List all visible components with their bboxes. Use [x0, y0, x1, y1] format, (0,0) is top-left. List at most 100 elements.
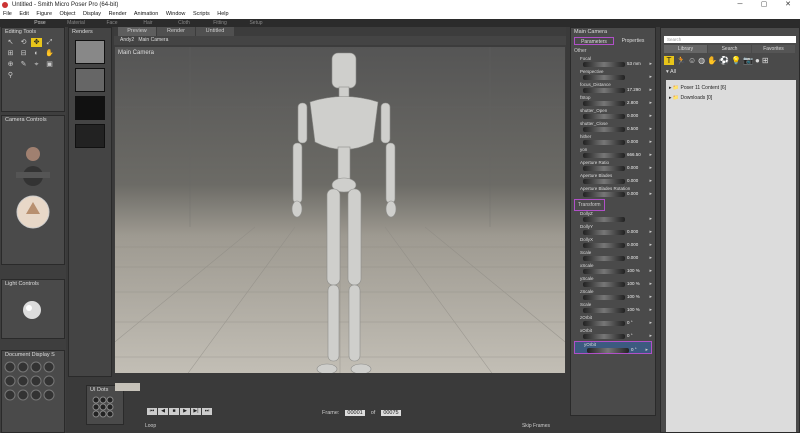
parameter-dial[interactable]: [583, 127, 625, 132]
menu-display[interactable]: Display: [83, 11, 101, 17]
parameter-row[interactable]: Scale 0.000 ▸: [571, 250, 655, 263]
parameter-dial[interactable]: [583, 334, 625, 339]
menu-figure[interactable]: Figure: [36, 11, 52, 17]
parameter-row[interactable]: hither 0.000 ▸: [571, 134, 655, 147]
materials-category-icon[interactable]: ●: [755, 56, 760, 65]
parameter-row[interactable]: Aperture Ratio 0.000 ▸: [571, 160, 655, 173]
library-folder-item[interactable]: ▸ 📁 Downloads [0]: [669, 93, 793, 103]
parameter-dial[interactable]: [583, 101, 625, 106]
next-frame-button[interactable]: ▶|: [191, 408, 201, 415]
loop-toggle[interactable]: Loop: [145, 423, 156, 429]
uidots-grid[interactable]: [87, 394, 117, 422]
parameter-menu-arrow-icon[interactable]: ▸: [649, 87, 652, 93]
parameter-dial[interactable]: [583, 166, 625, 171]
parameter-menu-arrow-icon[interactable]: ▸: [649, 139, 652, 145]
library-folder-item[interactable]: ▸ 📁 Poser 11 Content [6]: [669, 83, 793, 93]
poses-category-icon[interactable]: 🏃: [676, 56, 686, 65]
parameter-menu-arrow-icon[interactable]: ▸: [649, 113, 652, 119]
parameter-row[interactable]: Perspective ▸: [571, 69, 655, 82]
menu-file[interactable]: File: [3, 11, 12, 17]
parameter-menu-arrow-icon[interactable]: ▸: [649, 74, 652, 80]
props-category-icon[interactable]: ⚽: [719, 56, 729, 65]
parameter-value[interactable]: 0 °: [631, 347, 637, 352]
tab-library[interactable]: Library: [664, 45, 707, 53]
parameter-row[interactable]: xOrbit 0 ° ▸: [571, 328, 655, 341]
parameter-row[interactable]: yon 666.50 ▸: [571, 147, 655, 160]
room-cloth[interactable]: Cloth: [166, 19, 202, 27]
parameter-menu-arrow-icon[interactable]: ▸: [649, 255, 652, 261]
timeline-bar[interactable]: Loop Skip Frames: [145, 423, 560, 429]
parameter-value[interactable]: 2.800: [627, 100, 638, 105]
frame-current-input[interactable]: 00001: [345, 410, 365, 416]
translate-tool-icon[interactable]: ✥: [31, 38, 42, 47]
play-button[interactable]: ▶: [180, 408, 190, 415]
parameter-row[interactable]: DollyZ ▸: [571, 211, 655, 224]
parameter-menu-arrow-icon[interactable]: ▸: [649, 100, 652, 106]
parameter-dial[interactable]: [583, 256, 625, 261]
eyedropper-icon[interactable]: ⚲: [5, 71, 16, 80]
parameter-value[interactable]: 0.500: [627, 126, 638, 131]
taper-tool-icon[interactable]: ⊞: [5, 49, 16, 58]
skip-frames-toggle[interactable]: Skip Frames: [522, 423, 550, 429]
parameter-dial[interactable]: [583, 230, 625, 235]
room-pose[interactable]: Pose: [22, 19, 58, 27]
parameter-value[interactable]: 0.000: [627, 255, 638, 260]
parameter-value[interactable]: 100 %: [627, 307, 640, 312]
parameter-menu-arrow-icon[interactable]: ▸: [649, 229, 652, 235]
parameter-value[interactable]: 17.290: [627, 87, 641, 92]
parameter-value[interactable]: 0.000: [627, 229, 638, 234]
3d-canvas[interactable]: Main Camera: [115, 47, 565, 391]
parameter-menu-arrow-icon[interactable]: ▸: [649, 178, 652, 184]
parameter-dial[interactable]: [583, 321, 625, 326]
parameter-menu-arrow-icon[interactable]: ▸: [649, 216, 652, 222]
parameter-dial[interactable]: [583, 140, 625, 145]
stop-button[interactable]: ■: [169, 408, 179, 415]
parameter-value[interactable]: 0 °: [627, 333, 633, 338]
parameter-dial[interactable]: [583, 282, 625, 287]
scale-tool-icon[interactable]: ⤢: [44, 38, 55, 47]
parameter-value[interactable]: 100 %: [627, 294, 640, 299]
parameter-row[interactable]: Aperture Blades 0.000 ▸: [571, 173, 655, 186]
render-thumbnail[interactable]: [75, 124, 105, 148]
parameter-row[interactable]: Aperture Blades Rotation 0.000 ▸: [571, 186, 655, 199]
parameter-value[interactable]: 0.000: [627, 139, 638, 144]
menu-edit[interactable]: Edit: [19, 11, 28, 17]
parameter-value[interactable]: 100 %: [627, 268, 640, 273]
parameter-dial[interactable]: [583, 114, 625, 119]
tab-properties[interactable]: Properties: [614, 37, 652, 45]
render-thumbnail[interactable]: [75, 68, 105, 92]
parameter-menu-arrow-icon[interactable]: ▸: [649, 333, 652, 339]
parameter-dial[interactable]: [583, 192, 625, 197]
parameter-dial[interactable]: [583, 269, 625, 274]
parameter-menu-arrow-icon[interactable]: ▸: [649, 152, 652, 158]
menu-object[interactable]: Object: [60, 11, 76, 17]
parameter-dial[interactable]: [583, 295, 625, 300]
figures-category-icon[interactable]: T: [664, 56, 674, 65]
parameter-value[interactable]: 0.000: [627, 242, 638, 247]
parameter-dial[interactable]: [583, 243, 625, 248]
group-transform[interactable]: Transform: [574, 199, 605, 211]
close-button[interactable]: ✕: [776, 0, 800, 10]
tab-preview[interactable]: Preview: [118, 27, 156, 36]
chain-tool-icon[interactable]: ⊟: [18, 49, 29, 58]
last-frame-button[interactable]: ⏭: [202, 408, 212, 415]
scenes-category-icon[interactable]: ⊞: [762, 56, 769, 65]
parameter-menu-arrow-icon[interactable]: ▸: [649, 268, 652, 274]
tab-untitled[interactable]: Untitled: [196, 27, 234, 36]
parameter-menu-arrow-icon[interactable]: ▸: [649, 307, 652, 313]
parameter-row[interactable]: yOrbit 0 ° ▸: [574, 341, 652, 354]
room-fitting[interactable]: Fitting: [202, 19, 238, 27]
menu-animation[interactable]: Animation: [134, 11, 158, 17]
parameter-row[interactable]: zOrbit 0 ° ▸: [571, 315, 655, 328]
hair-category-icon[interactable]: ◍: [698, 56, 705, 65]
grab-tool-icon[interactable]: ✋: [44, 49, 55, 58]
tab-favorites[interactable]: Favorites: [752, 45, 795, 53]
maximize-button[interactable]: ▢: [752, 0, 776, 10]
parameter-menu-arrow-icon[interactable]: ▸: [649, 165, 652, 171]
parameter-menu-arrow-icon[interactable]: ▸: [649, 61, 652, 67]
parameter-row[interactable]: DollyX 0.000 ▸: [571, 237, 655, 250]
group-other[interactable]: Other: [571, 46, 655, 56]
parameter-dial[interactable]: [583, 88, 625, 93]
library-all-filter[interactable]: ▾ All: [661, 68, 799, 76]
display-style-grid[interactable]: [2, 359, 64, 429]
